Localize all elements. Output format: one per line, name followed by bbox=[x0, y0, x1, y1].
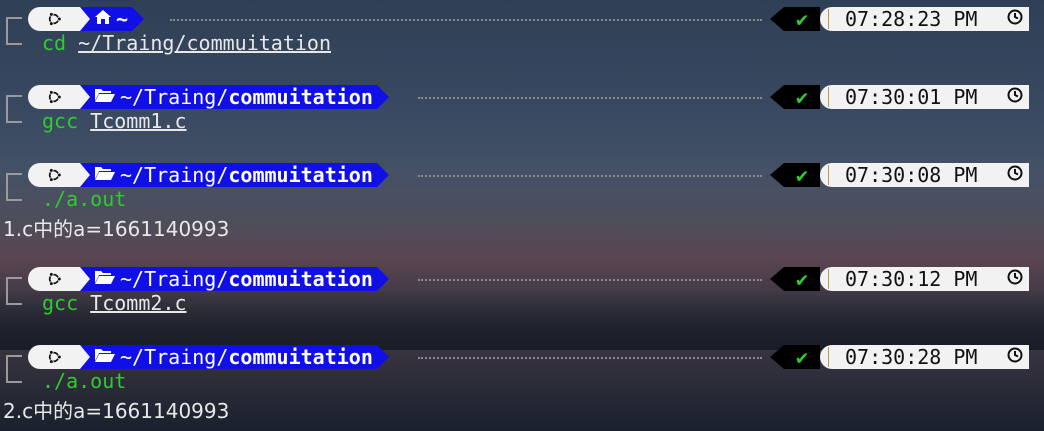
command-line[interactable]: ./a.out bbox=[0, 187, 1044, 213]
time-segment: 07:30:01 PM bbox=[820, 85, 1029, 109]
folder-open-icon bbox=[94, 347, 116, 368]
prompt-filler-dots bbox=[170, 19, 762, 21]
time-divider bbox=[828, 165, 829, 185]
command-line[interactable]: ./a.out bbox=[0, 369, 1044, 395]
prompt-filler-dots bbox=[418, 97, 762, 99]
tree-connector-bottom bbox=[6, 109, 22, 123]
command-output: 1.c中的a=1661140993 bbox=[3, 217, 230, 241]
directory-current: commuitation bbox=[228, 85, 373, 109]
checkmark-icon: ✔ bbox=[770, 85, 820, 109]
clock-icon bbox=[1007, 165, 1023, 186]
folder-open-icon bbox=[94, 269, 116, 290]
prompt-filler-dots bbox=[418, 357, 762, 359]
directory-prefix: ~/Traing/ bbox=[120, 345, 229, 369]
directory-current: commuitation bbox=[228, 163, 373, 187]
directory-segment: ~/Traing/commuitation bbox=[80, 85, 389, 109]
prompt-filler-dots bbox=[418, 279, 762, 281]
ubuntu-icon bbox=[28, 345, 90, 369]
prompt-time: 07:30:28 PM bbox=[845, 345, 978, 369]
command-name: cd bbox=[42, 31, 67, 55]
command-output: 2.c中的a=1661140993 bbox=[3, 399, 230, 423]
directory-prefix: ~/Traing/ bbox=[120, 163, 229, 187]
prompt-time: 07:28:23 PM bbox=[845, 7, 978, 31]
directory-current: commuitation bbox=[228, 345, 373, 369]
directory-segment: ~/Traing/commuitation bbox=[80, 267, 389, 291]
status-label: ✔ bbox=[795, 7, 809, 31]
time-divider bbox=[828, 347, 829, 367]
tree-connector-bottom bbox=[6, 291, 22, 305]
command-name: gcc bbox=[42, 291, 79, 315]
ubuntu-icon bbox=[28, 163, 90, 187]
tree-connector-bottom bbox=[6, 187, 22, 201]
status-label: ✔ bbox=[795, 85, 809, 109]
clock-icon bbox=[1007, 87, 1023, 108]
command-name: ./a.out bbox=[42, 369, 127, 393]
checkmark-icon: ✔ bbox=[770, 345, 820, 369]
ubuntu-icon bbox=[28, 7, 90, 31]
clock-icon bbox=[1007, 269, 1023, 290]
directory-current: commuitation bbox=[228, 267, 373, 291]
command-name: ./a.out bbox=[42, 187, 127, 211]
directory-home: ~ bbox=[116, 7, 129, 31]
time-segment: 07:28:23 PM bbox=[820, 7, 1029, 31]
status-label: ✔ bbox=[795, 345, 809, 369]
prompt-filler-dots bbox=[418, 175, 762, 177]
command-argument[interactable]: Tcomm1.c bbox=[90, 109, 186, 133]
status-label: ✔ bbox=[795, 267, 809, 291]
prompt-line: ~/Traing/commuitation ✔ 07:30:01 PM bbox=[0, 82, 1044, 117]
time-segment: 07:30:12 PM bbox=[820, 267, 1029, 291]
command-name: gcc bbox=[42, 109, 79, 133]
prompt-time: 07:30:12 PM bbox=[845, 267, 978, 291]
prompt-line: ~/Traing/commuitation ✔ 07:30:12 PM bbox=[0, 264, 1044, 299]
folder-open-icon bbox=[94, 87, 116, 108]
prompt-line: ~/Traing/commuitation ✔ 07:30:08 PM bbox=[0, 160, 1044, 195]
command-line[interactable]: gcc Tcomm2.c bbox=[0, 291, 1044, 317]
directory-segment: ~/Traing/commuitation bbox=[80, 163, 389, 187]
checkmark-icon: ✔ bbox=[770, 163, 820, 187]
ubuntu-icon bbox=[28, 267, 90, 291]
command-argument[interactable]: ~/Traing/commuitation bbox=[78, 31, 331, 55]
ubuntu-icon bbox=[28, 85, 90, 109]
checkmark-icon: ✔ bbox=[770, 7, 820, 31]
time-segment: 07:30:08 PM bbox=[820, 163, 1029, 187]
clock-icon bbox=[1007, 347, 1023, 368]
tree-connector-bottom bbox=[6, 31, 22, 45]
prompt-time: 07:30:08 PM bbox=[845, 163, 978, 187]
time-divider bbox=[828, 9, 829, 29]
checkmark-icon: ✔ bbox=[770, 267, 820, 291]
command-argument[interactable]: Tcomm2.c bbox=[90, 291, 186, 315]
prompt-line: ~/Traing/commuitation ✔ 07:30:28 PM bbox=[0, 342, 1044, 377]
status-label: ✔ bbox=[795, 163, 809, 187]
time-divider bbox=[828, 269, 829, 289]
command-line[interactable]: gcc Tcomm1.c bbox=[0, 109, 1044, 135]
time-divider bbox=[828, 87, 829, 107]
prompt-time: 07:30:01 PM bbox=[845, 85, 978, 109]
folder-open-icon bbox=[94, 165, 116, 186]
clock-icon bbox=[1007, 9, 1023, 30]
directory-prefix: ~/Traing/ bbox=[120, 267, 229, 291]
prompt-line: ~ ✔ 07:28:23 PM bbox=[0, 4, 1044, 39]
directory-prefix: ~/Traing/ bbox=[120, 85, 229, 109]
directory-segment: ~/Traing/commuitation bbox=[80, 345, 389, 369]
time-segment: 07:30:28 PM bbox=[820, 345, 1029, 369]
command-line[interactable]: cd ~/Traing/commuitation bbox=[0, 31, 1044, 57]
home-icon bbox=[94, 9, 112, 30]
tree-connector-bottom bbox=[6, 369, 22, 383]
